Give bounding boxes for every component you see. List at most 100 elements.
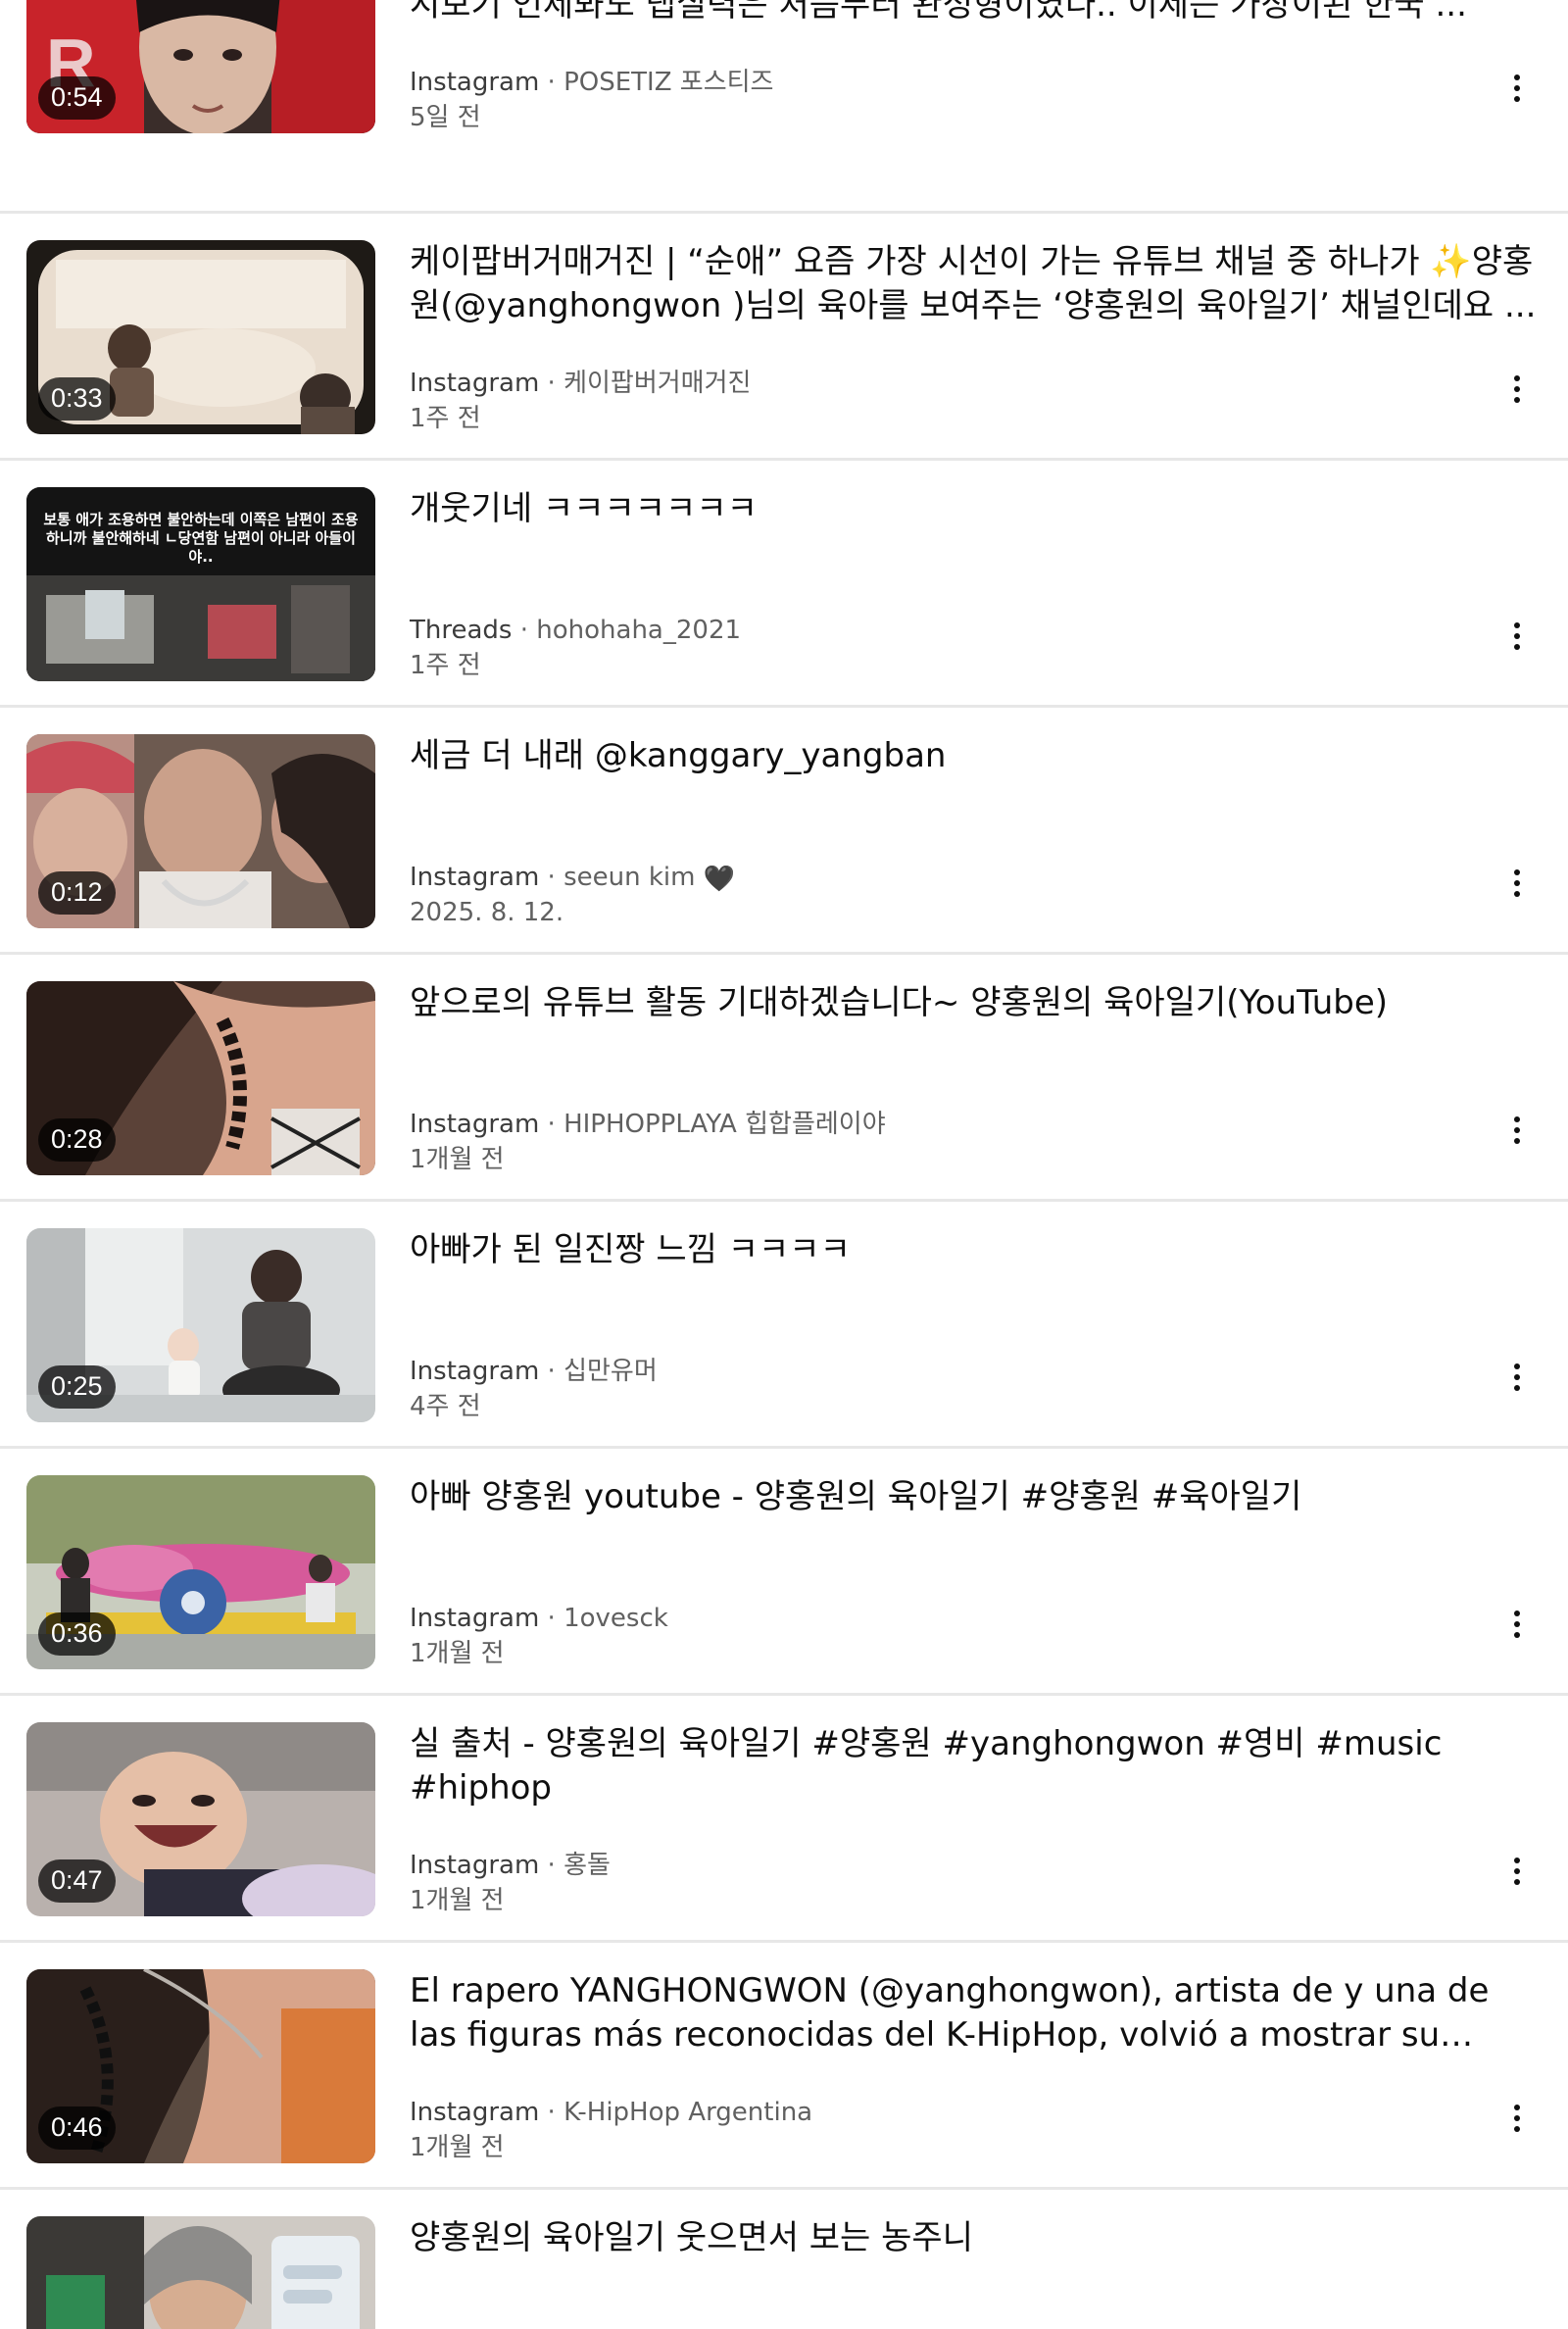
video-title[interactable]: 양홍원의 육아일기 웃으면서 보는 농주니 xyxy=(410,2216,1537,2260)
platform-label: Instagram xyxy=(410,369,540,398)
platform-label: Instagram xyxy=(410,1110,540,1139)
upload-age: 1주 전 xyxy=(410,404,481,433)
more-vertical-icon[interactable] xyxy=(1499,866,1535,901)
thumbnail-caption: 보통 애가 조용하면 불안하는데 이쪽은 남편이 조용하니까 불안해하네 ㄴ당연… xyxy=(43,511,359,566)
upload-age: 2025. 8. 12. xyxy=(410,898,564,927)
channel-name[interactable]: HIPHOPPLAYA 힙합플레이야 xyxy=(564,1110,886,1139)
platform-label: Instagram xyxy=(410,2098,540,2127)
more-vertical-icon[interactable] xyxy=(1499,619,1535,654)
channel-name[interactable]: 케이팝버거매거진 xyxy=(564,369,751,398)
channel-name[interactable]: hohohaha_2021 xyxy=(536,616,741,645)
video-title[interactable]: 케이팝버거매거진 | “순애” 요즘 가장 시선이 가는 유튜브 채널 중 하나… xyxy=(410,240,1537,328)
meta-separator: · xyxy=(539,1851,564,1880)
duration-badge: 0:46 xyxy=(38,2106,116,2150)
platform-label: Threads xyxy=(410,616,513,645)
video-title[interactable]: 세금 더 내래 @kanggary_yangban xyxy=(410,734,1537,778)
video-result[interactable]: R ! 0:54 요즘 핫한 아빠가 된 일진짱 양홍원 ㅋㅋ 떡잎부터 달랐던… xyxy=(0,0,1568,185)
video-meta: Instagram · HIPHOPPLAYA 힙합플레이야 xyxy=(410,1109,886,1141)
video-result[interactable]: 보통 애가 조용하면 불안하는데 이쪽은 남편이 조용하니까 불안해하네 ㄴ당연… xyxy=(0,487,1568,733)
video-meta: Instagram · K-HipHop Argentina xyxy=(410,2097,812,2129)
channel-name[interactable]: 십만유머 xyxy=(564,1357,658,1386)
video-thumbnail[interactable]: R ! 0:54 xyxy=(26,0,375,133)
more-vertical-icon[interactable] xyxy=(1499,1607,1535,1642)
video-title[interactable]: 아빠 양홍원 youtube - 양홍원의 육아일기 #양홍원 #육아일기 xyxy=(410,1475,1537,1519)
video-thumbnail[interactable]: 0:33 xyxy=(26,240,375,434)
divider xyxy=(0,1199,1568,1202)
divider xyxy=(0,1446,1568,1449)
channel-name[interactable]: POSETIZ 포스티즈 xyxy=(564,68,773,97)
video-title[interactable]: 실 출처 - 양홍원의 육아일기 #양홍원 #yanghongwon #영비 #… xyxy=(410,1722,1537,1810)
video-meta: Instagram · seeun kim 🖤 xyxy=(410,862,735,896)
video-result[interactable]: 0:28 앞으로의 유튜브 활동 기대하겠습니다~ 양홍원의 육아일기(YouT… xyxy=(0,981,1568,1227)
platform-label: Instagram xyxy=(410,68,540,97)
video-result[interactable]: 0:12 세금 더 내래 @kanggary_yangban Instagram… xyxy=(0,734,1568,980)
video-meta: Instagram · 십만유머 xyxy=(410,1356,658,1388)
video-meta: Instagram · 홍돌 xyxy=(410,1850,611,1882)
video-thumbnail[interactable]: 0:47 xyxy=(26,1722,375,1916)
channel-name[interactable]: 홍돌 xyxy=(564,1851,611,1880)
upload-age: 5일 전 xyxy=(410,103,481,132)
video-meta: Threads · hohohaha_2021 xyxy=(410,615,741,647)
duration-badge: 0:33 xyxy=(38,377,116,421)
duration-badge: 0:28 xyxy=(38,1118,116,1162)
divider xyxy=(0,1940,1568,1943)
video-result[interactable]: 양홍원의 육아일기 웃으면서 보는 농주니 xyxy=(0,2216,1568,2329)
platform-label: Instagram xyxy=(410,1851,540,1880)
video-title[interactable]: 요즘 핫한 아빠가 된 일진짱 양홍원 ㅋㅋ 떡잎부터 달랐던 고등래퍼 지원영… xyxy=(410,0,1537,27)
video-result[interactable]: 0:36 아빠 양홍원 youtube - 양홍원의 육아일기 #양홍원 #육아… xyxy=(0,1475,1568,1721)
video-thumbnail[interactable] xyxy=(26,2216,375,2329)
meta-separator: · xyxy=(539,369,564,398)
video-thumbnail[interactable]: 0:36 xyxy=(26,1475,375,1669)
video-thumbnail[interactable]: 보통 애가 조용하면 불안하는데 이쪽은 남편이 조용하니까 불안해하네 ㄴ당연… xyxy=(26,487,375,681)
duration-badge: 0:54 xyxy=(38,76,116,120)
duration-badge: 0:12 xyxy=(38,871,116,915)
meta-separator: · xyxy=(539,68,564,97)
video-title[interactable]: 개웃기네 ㅋㅋㅋㅋㅋㅋㅋ xyxy=(410,487,1537,531)
upload-age: 1개월 전 xyxy=(410,2133,505,2162)
upload-age: 1주 전 xyxy=(410,651,481,680)
more-vertical-icon[interactable] xyxy=(1499,2101,1535,2136)
thumbnail-image xyxy=(26,2216,375,2329)
video-meta: Instagram · 케이팝버거매거진 xyxy=(410,368,751,400)
divider xyxy=(0,2187,1568,2190)
video-result[interactable]: 0:33 케이팝버거매거진 | “순애” 요즘 가장 시선이 가는 유튜브 채널… xyxy=(0,240,1568,486)
meta-separator: · xyxy=(539,1604,564,1633)
svg-text:!: ! xyxy=(291,0,311,11)
channel-name[interactable]: K-HipHop Argentina xyxy=(564,2098,812,2127)
platform-label: Instagram xyxy=(410,863,540,892)
duration-badge: 0:25 xyxy=(38,1365,116,1409)
meta-separator: · xyxy=(539,1110,564,1139)
more-vertical-icon[interactable] xyxy=(1499,372,1535,407)
video-thumbnail[interactable]: 0:46 xyxy=(26,1969,375,2163)
divider xyxy=(0,211,1568,214)
meta-separator: · xyxy=(539,2098,564,2127)
video-title[interactable]: El rapero YANGHONGWON (@yanghongwon), ar… xyxy=(410,1969,1537,2057)
divider xyxy=(0,952,1568,955)
more-vertical-icon[interactable] xyxy=(1499,1113,1535,1148)
video-result[interactable]: 0:47 실 출처 - 양홍원의 육아일기 #양홍원 #yanghongwon … xyxy=(0,1722,1568,1968)
duration-badge: 0:36 xyxy=(38,1612,116,1656)
divider xyxy=(0,705,1568,708)
duration-badge: 0:47 xyxy=(38,1859,116,1903)
video-thumbnail[interactable]: 0:28 xyxy=(26,981,375,1175)
video-result[interactable]: 0:25 아빠가 된 일진짱 느낌 ㅋㅋㅋㅋ Instagram · 십만유머 … xyxy=(0,1228,1568,1474)
channel-name[interactable]: 1ovesck xyxy=(564,1604,668,1633)
video-thumbnail[interactable]: 0:12 xyxy=(26,734,375,928)
meta-separator: · xyxy=(512,616,537,645)
video-meta: Instagram · 1ovesck xyxy=(410,1603,668,1635)
upload-age: 1개월 전 xyxy=(410,1886,505,1915)
black-heart-icon: 🖤 xyxy=(703,865,736,894)
channel-name[interactable]: seeun kim xyxy=(564,863,695,892)
meta-separator: · xyxy=(539,863,564,892)
divider xyxy=(0,458,1568,461)
video-thumbnail[interactable]: 0:25 xyxy=(26,1228,375,1422)
more-vertical-icon[interactable] xyxy=(1499,1854,1535,1889)
more-vertical-icon[interactable] xyxy=(1499,1360,1535,1395)
video-title[interactable]: 앞으로의 유튜브 활동 기대하겠습니다~ 양홍원의 육아일기(YouTube) xyxy=(410,981,1537,1025)
video-result[interactable]: 0:46 El rapero YANGHONGWON (@yanghongwon… xyxy=(0,1969,1568,2215)
divider xyxy=(0,1693,1568,1696)
more-vertical-icon[interactable] xyxy=(1499,71,1535,106)
upload-age: 1개월 전 xyxy=(410,1145,505,1174)
video-meta: Instagram · POSETIZ 포스티즈 xyxy=(410,67,773,99)
video-title[interactable]: 아빠가 된 일진짱 느낌 ㅋㅋㅋㅋ xyxy=(410,1228,1537,1272)
